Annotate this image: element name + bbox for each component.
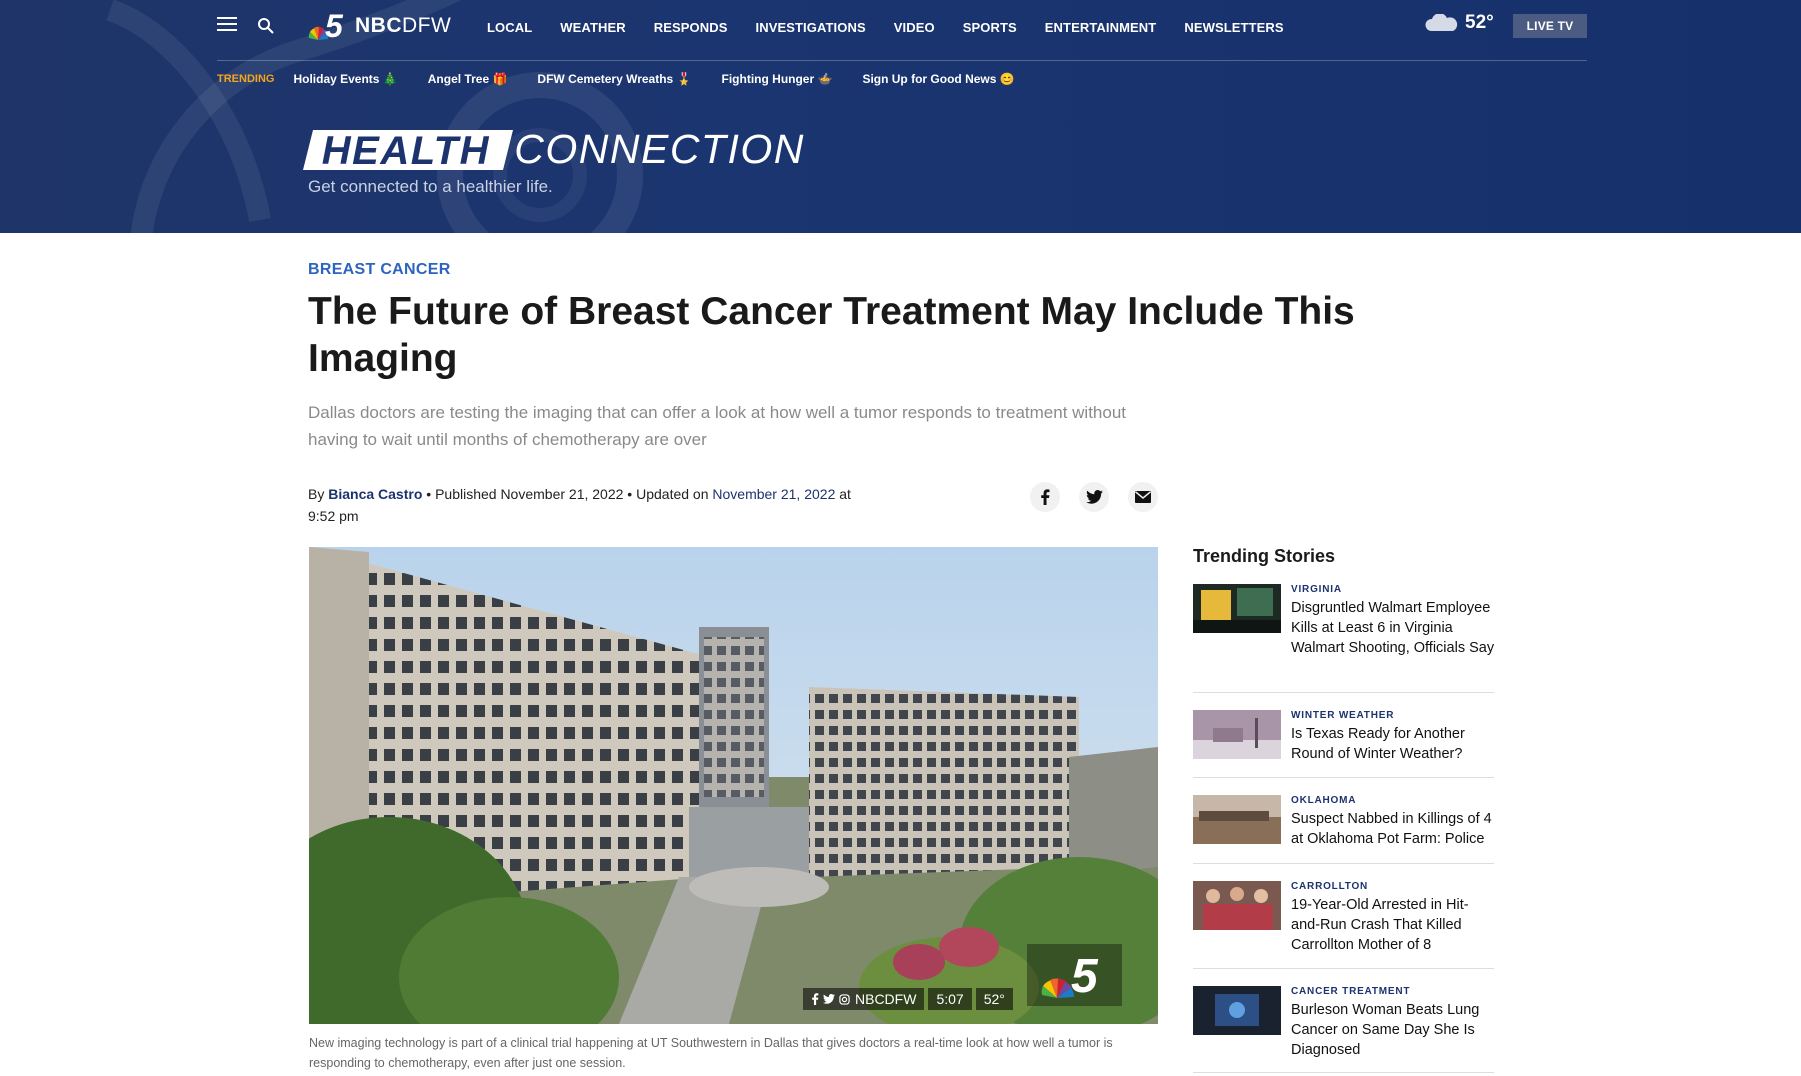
updated-date: November 21, 2022	[712, 486, 836, 502]
share-facebook-button[interactable]	[1030, 482, 1060, 512]
trending-item-good-news[interactable]: Sign Up for Good News 😊	[862, 72, 1014, 86]
nav-investigations[interactable]: INVESTIGATIONS	[756, 20, 866, 35]
video-temp: 52°	[975, 988, 1013, 1010]
article-category[interactable]: BREAST CANCER	[308, 261, 451, 279]
story-title[interactable]: Disgruntled Walmart Employee Kills at Le…	[1291, 598, 1496, 658]
story-divider	[1193, 863, 1494, 864]
social-handle: NBCDFW	[803, 988, 925, 1010]
site-header: 5 NBCDFW LOCAL WEATHER RESPONDS INVESTIG…	[0, 0, 1801, 233]
trending-bar: TRENDING Holiday Events 🎄 Angel Tree 🎁 D…	[217, 69, 1045, 89]
published-text: • Published November 21, 2022 • Updated …	[426, 486, 709, 502]
nav-weather[interactable]: WEATHER	[560, 20, 625, 35]
story-thumbnail	[1193, 710, 1281, 759]
story-thumbnail	[1193, 986, 1281, 1035]
email-icon	[1135, 491, 1151, 503]
article-headline: The Future of Breast Cancer Treatment Ma…	[308, 290, 1355, 380]
twitter-icon	[1085, 490, 1103, 504]
share-twitter-button[interactable]	[1079, 482, 1109, 512]
logo-wordmark: NBCDFW	[355, 14, 452, 37]
svg-text:5: 5	[325, 8, 344, 44]
trending-story[interactable]: CANCER TREATMENT Burleson Woman Beats Lu…	[1193, 986, 1494, 1066]
trending-story[interactable]: OKLAHOMA Suspect Nabbed in Killings of 4…	[1193, 795, 1494, 855]
nav-responds[interactable]: RESPONDS	[654, 20, 728, 35]
cloud-icon	[1425, 14, 1458, 31]
nbc-peacock-logo: 5	[308, 8, 344, 44]
story-title[interactable]: 19-Year-Old Arrested in Hit-and-Run Cras…	[1291, 895, 1496, 955]
section-logo-connection: CONNECTION	[514, 126, 805, 172]
nbc-dfw-logo[interactable]: 5 NBCDFW	[307, 8, 451, 44]
byline-prefix: By	[308, 486, 325, 502]
facebook-icon	[1041, 489, 1050, 505]
story-tag: CANCER TREATMENT	[1291, 986, 1411, 997]
story-title[interactable]: Suspect Nabbed in Killings of 4 at Oklah…	[1291, 809, 1496, 849]
menu-icon[interactable]	[217, 17, 237, 33]
video-overlay-bar: NBCDFW 5:07 52°	[803, 988, 1017, 1010]
instagram-icon	[839, 993, 850, 1005]
trending-item-holiday-events[interactable]: Holiday Events 🎄	[293, 72, 397, 86]
trending-stories-title: Trending Stories	[1193, 546, 1336, 566]
trending-story[interactable]: WINTER WEATHER Is Texas Ready for Anothe…	[1193, 710, 1494, 770]
story-divider	[1193, 968, 1494, 969]
story-thumbnail	[1193, 881, 1281, 930]
nbc-peacock-logo: 5	[1041, 950, 1099, 1000]
nav-video[interactable]: VIDEO	[894, 20, 935, 35]
nav-newsletters[interactable]: NEWSLETTERS	[1184, 20, 1283, 35]
nav-local[interactable]: LOCAL	[487, 20, 532, 35]
trending-story[interactable]: VIRGINIA Disgruntled Walmart Employee Ki…	[1193, 584, 1494, 686]
nav-divider	[217, 60, 1587, 61]
trending-story[interactable]: CARROLLTON 19-Year-Old Arrested in Hit-a…	[1193, 881, 1494, 971]
twitter-icon	[823, 994, 835, 1004]
image-caption: New imaging technology is part of a clin…	[309, 1036, 1113, 1070]
author-link[interactable]: Bianca Castro	[328, 486, 422, 502]
search-icon[interactable]	[257, 17, 275, 35]
story-tag: OKLAHOMA	[1291, 795, 1357, 806]
trending-item-cemetery-wreaths[interactable]: DFW Cemetery Wreaths 🎖️	[537, 72, 691, 86]
story-title[interactable]: Is Texas Ready for Another Round of Wint…	[1291, 724, 1496, 764]
story-title[interactable]: Burleson Woman Beats Lung Cancer on Same…	[1291, 1000, 1496, 1060]
video-clock: 5:07	[928, 988, 972, 1010]
nav-links: LOCAL WEATHER RESPONDS INVESTIGATIONS VI…	[487, 0, 1312, 54]
section-logo[interactable]: HEALTH CONNECTION	[303, 126, 805, 173]
facebook-icon	[812, 993, 819, 1005]
story-tag: VIRGINIA	[1291, 584, 1342, 595]
story-divider	[1193, 777, 1494, 778]
story-divider	[1193, 1072, 1494, 1073]
story-divider	[1193, 692, 1494, 693]
nav-entertainment[interactable]: ENTERTAINMENT	[1045, 20, 1157, 35]
trending-item-angel-tree[interactable]: Angel Tree 🎁	[428, 72, 508, 86]
main-nav: 5 NBCDFW LOCAL WEATHER RESPONDS INVESTIG…	[217, 0, 1587, 60]
trending-label: TRENDING	[217, 73, 275, 85]
trending-item-fighting-hunger[interactable]: Fighting Hunger 🍲	[722, 72, 833, 86]
nav-sports[interactable]: SPORTS	[963, 20, 1017, 35]
svg-text:5: 5	[1071, 950, 1099, 1000]
section-logo-health: HEALTH	[303, 129, 514, 173]
video-player[interactable]: NBCDFW 5:07 52° 5	[309, 547, 1158, 1024]
story-thumbnail	[1193, 795, 1281, 844]
nbc5-channel-bug: 5	[1027, 944, 1122, 1006]
story-tag: CARROLLTON	[1291, 881, 1369, 892]
weather-widget[interactable]: 52°	[1425, 12, 1494, 34]
temperature: 52°	[1465, 12, 1494, 33]
story-tag: WINTER WEATHER	[1291, 710, 1395, 721]
byline: By Bianca Castro • Published November 21…	[308, 483, 868, 527]
share-email-button[interactable]	[1128, 482, 1158, 512]
section-tagline: Get connected to a healthier life.	[308, 177, 553, 196]
story-thumbnail	[1193, 584, 1281, 633]
live-tv-button[interactable]: LIVE TV	[1513, 14, 1587, 38]
article-dek: Dallas doctors are testing the imaging t…	[308, 403, 1127, 449]
